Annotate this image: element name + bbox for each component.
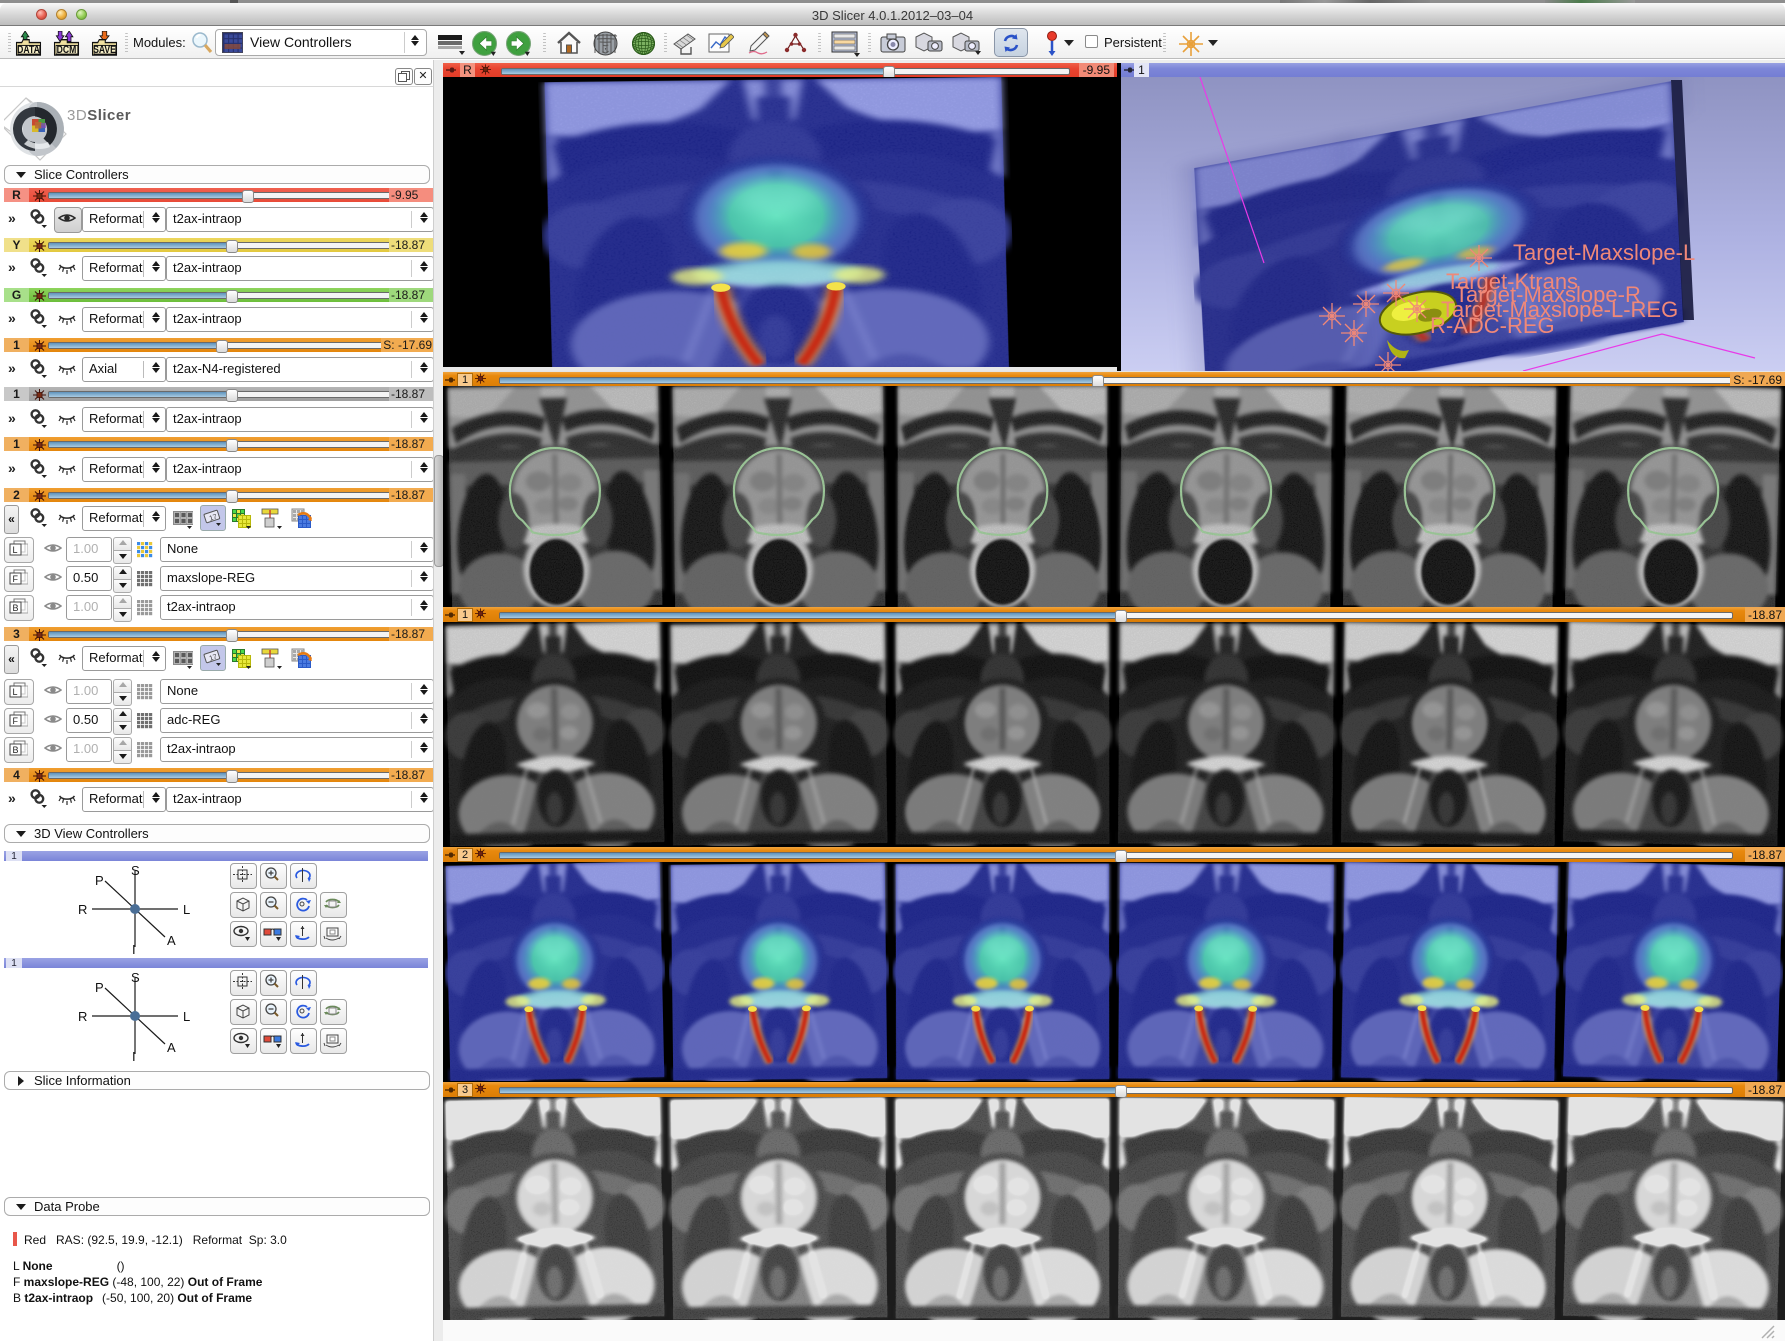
svg-text:R: R (78, 902, 87, 917)
svg-text:A: A (167, 933, 176, 948)
svg-text:L: L (183, 902, 190, 917)
svg-text:I: I (132, 942, 136, 955)
svg-text:P: P (95, 873, 104, 888)
svg-text:R: R (78, 1009, 87, 1024)
svg-text:L: L (13, 687, 18, 697)
svg-text:I: I (132, 1049, 136, 1062)
svg-text:F: F (13, 574, 19, 584)
svg-text:DATA: DATA (17, 44, 40, 56)
svg-text:S: S (131, 863, 140, 878)
svg-text:SAVE: SAVE (93, 44, 116, 56)
svg-text:F: F (13, 716, 19, 726)
svg-text:DCM: DCM (57, 44, 77, 56)
svg-text:P: P (95, 980, 104, 995)
svg-text:A: A (167, 1040, 176, 1055)
svg-text:S: S (131, 970, 140, 985)
svg-text:B: B (13, 603, 19, 613)
svg-text:L: L (13, 545, 18, 555)
svg-text:L: L (183, 1009, 190, 1024)
svg-text:B: B (13, 745, 19, 755)
